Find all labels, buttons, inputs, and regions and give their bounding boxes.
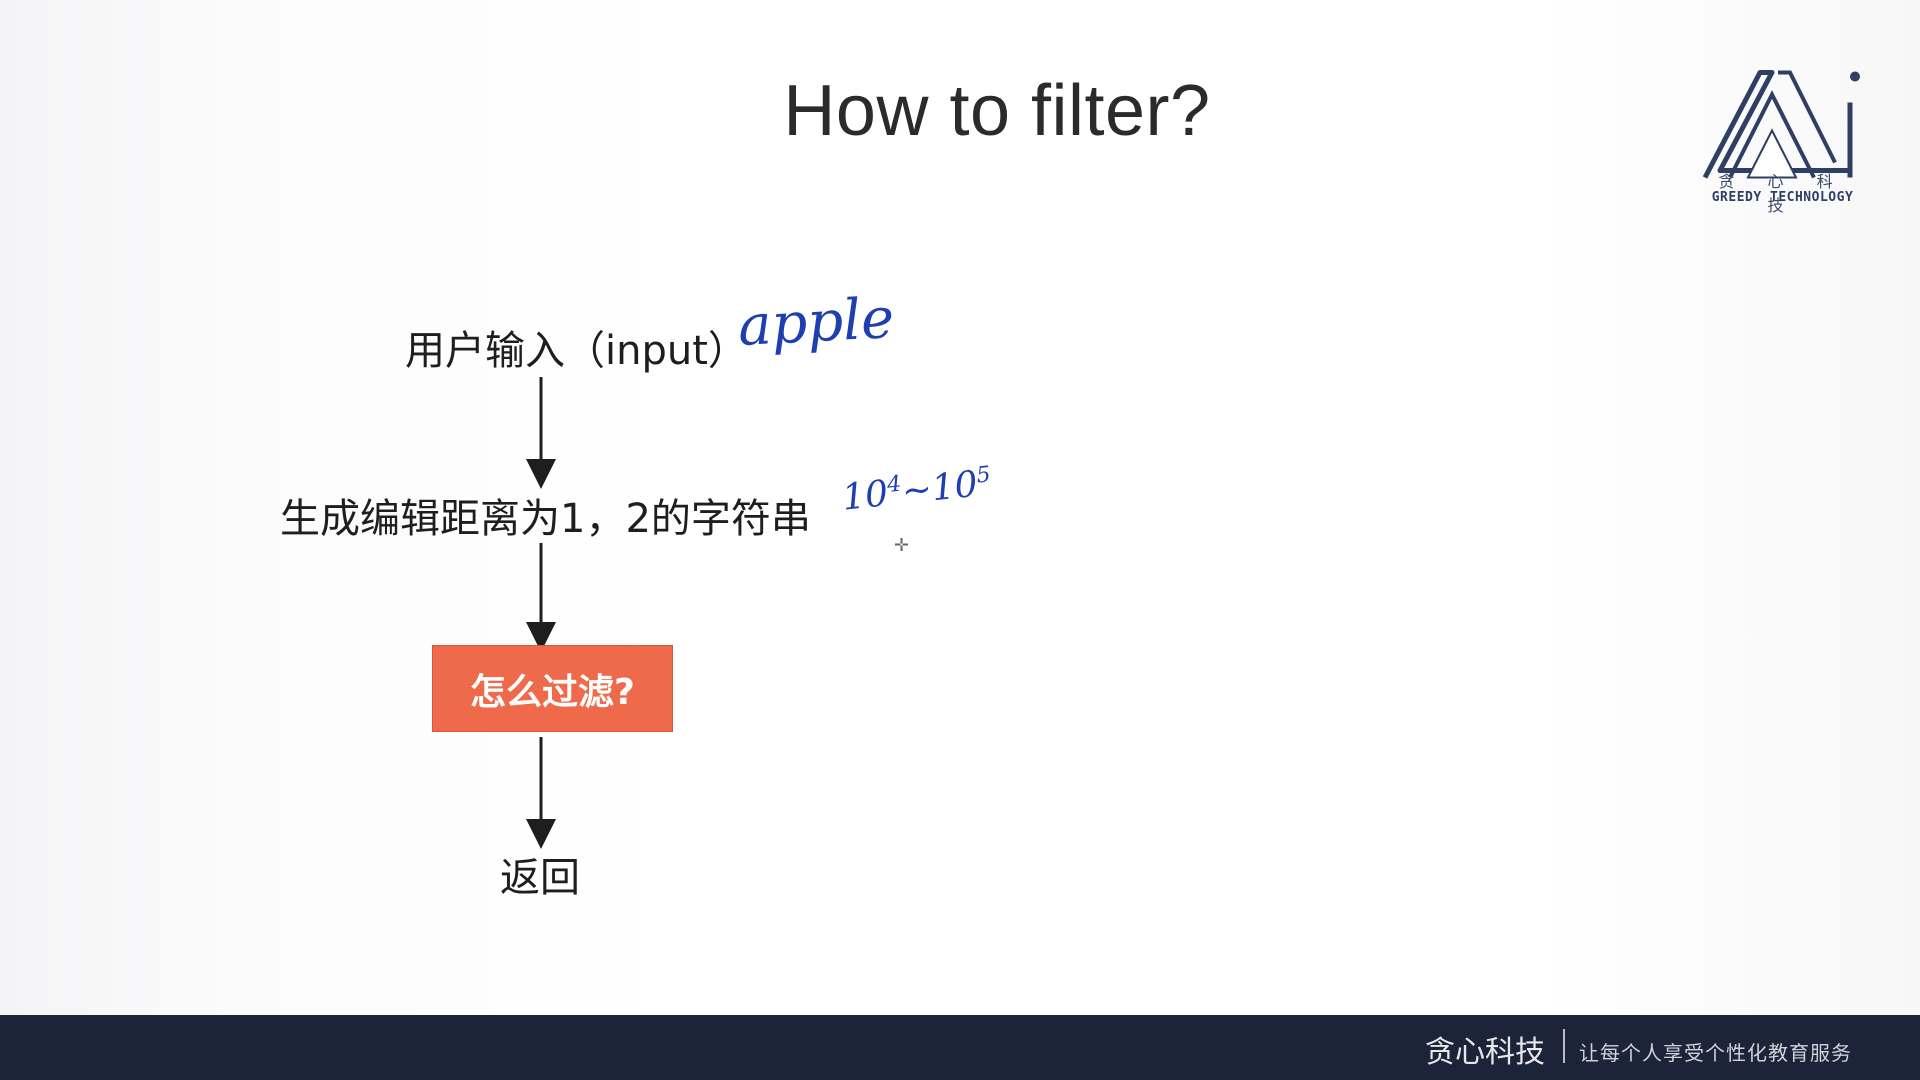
footer-slogan: 让每个人享受个性化教育服务 xyxy=(1579,1041,1852,1065)
logo-english-text: GREEDY TECHNOLOGY xyxy=(1711,190,1854,205)
range-low-base: 10 xyxy=(840,473,891,519)
range-high-exp: 5 xyxy=(975,462,992,489)
flow-node-generate: 生成编辑距离为1，2的字符串 xyxy=(280,496,811,542)
flow-node-input: 用户输入（input） xyxy=(405,328,748,374)
crosshair-cursor-icon: ✛ xyxy=(894,535,910,556)
range-separator: ~ xyxy=(899,468,935,513)
slide-canvas: How to filter? 用户输入（input） 生成编辑距离为1，2的字符… xyxy=(0,0,1920,1015)
flow-node-return: 返回 xyxy=(500,855,580,901)
flow-node-filter-label: 怎么过滤? xyxy=(470,671,635,713)
footer-bar: 贪心科技 让每个人享受个性化教育服务 xyxy=(0,1015,1920,1080)
footer-divider xyxy=(1563,1029,1565,1063)
flow-node-filter: 怎么过滤? xyxy=(432,645,673,732)
footer-brand: 贪心科技 xyxy=(1425,1035,1545,1070)
range-high-base: 10 xyxy=(929,463,980,510)
handwritten-apple: apple xyxy=(736,285,896,360)
